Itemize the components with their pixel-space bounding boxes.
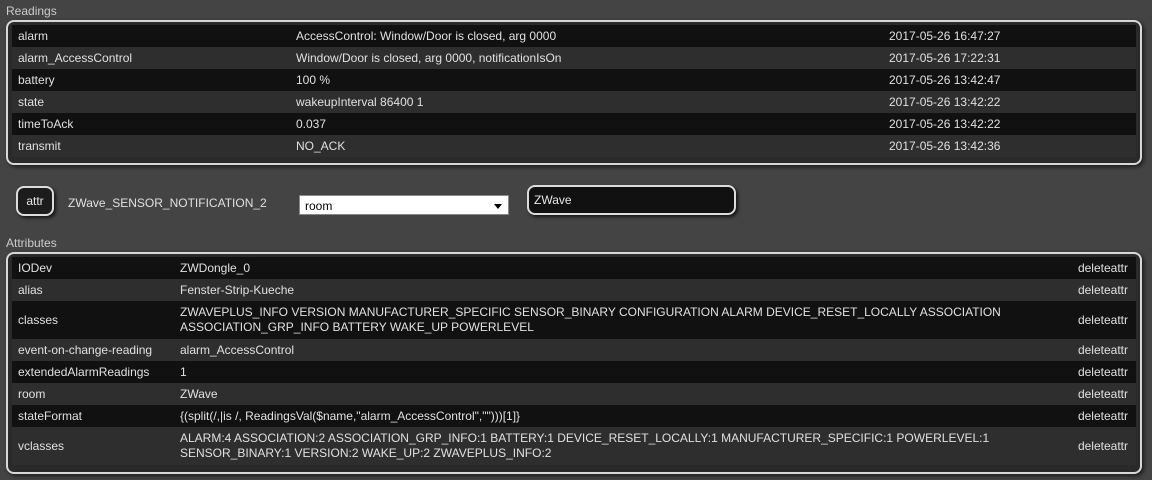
reading-time: 2017-05-26 13:42:47 — [883, 69, 1136, 91]
chevron-down-icon — [494, 204, 502, 209]
attribute-value: alarm_AccessControl — [174, 339, 1062, 361]
attribute-row: classes ZWAVEPLUS_INFO VERSION MANUFACTUR… — [12, 301, 1136, 339]
attribute-name: room — [12, 383, 174, 405]
attr-button[interactable]: attr — [16, 186, 54, 216]
attribute-row: IODev ZWDongle_0 deleteattr — [12, 257, 1136, 279]
reading-row: state wakeupInterval 86400 1 2017-05-26 13… — [12, 91, 1136, 113]
attribute-value: ALARM:4 ASSOCIATION:2 ASSOCIATION_GRP_IN… — [174, 427, 1062, 465]
attribute-row: extendedAlarmReadings 1 deleteattr — [12, 361, 1136, 383]
reading-time: 2017-05-26 13:42:36 — [883, 135, 1136, 157]
delete-attr-link[interactable]: deleteattr — [1062, 383, 1136, 405]
reading-time: 2017-05-26 13:42:22 — [883, 91, 1136, 113]
attribute-select-value: room — [305, 199, 333, 213]
delete-attr-link[interactable]: deleteattr — [1062, 301, 1136, 339]
reading-value: 0.037 — [290, 113, 883, 135]
reading-name: alarm_AccessControl — [12, 47, 290, 69]
reading-name: timeToAck — [12, 113, 290, 135]
attribute-name: extendedAlarmReadings — [12, 361, 174, 383]
reading-name: alarm — [12, 25, 290, 47]
reading-time: 2017-05-26 17:22:31 — [883, 47, 1136, 69]
attribute-name: stateFormat — [12, 405, 174, 427]
reading-time: 2017-05-26 13:42:22 — [883, 113, 1136, 135]
attributes-panel: IODev ZWDongle_0 deleteattr alias Fenster-St… — [6, 252, 1142, 474]
attribute-value: ZWave — [174, 383, 1062, 405]
reading-name: transmit — [12, 135, 290, 157]
delete-attr-link[interactable]: deleteattr — [1062, 427, 1136, 465]
delete-attr-link[interactable]: deleteattr — [1062, 339, 1136, 361]
attribute-value: ZWAVEPLUS_INFO VERSION MANUFACTURER_SPEC… — [174, 301, 1062, 339]
attribute-name: IODev — [12, 257, 174, 279]
attribute-value: {(split(/,|is /, ReadingsVal($name,"alar… — [174, 405, 1062, 427]
reading-row: alarm_AccessControl Window/Door is closed… — [12, 47, 1136, 69]
delete-attr-link[interactable]: deleteattr — [1062, 257, 1136, 279]
reading-value: Window/Door is closed, arg 0000, notific… — [290, 47, 883, 69]
attribute-value-input[interactable]: ZWave — [527, 185, 736, 215]
attributes-table: IODev ZWDongle_0 deleteattr alias Fenster-St… — [12, 257, 1136, 465]
reading-name: battery — [12, 69, 290, 91]
reading-value: AccessControl: Window/Door is closed, ar… — [290, 25, 883, 47]
reading-row: timeToAck 0.037 2017-05-26 13:42:22 — [12, 113, 1136, 135]
attribute-row: room ZWave deleteattr — [12, 383, 1136, 405]
attribute-row: stateFormat {(split(/,|is /, ReadingsVal(… — [12, 405, 1136, 427]
attribute-name: event-on-change-reading — [12, 339, 174, 361]
reading-value: NO_ACK — [290, 135, 883, 157]
attribute-value: ZWDongle_0 — [174, 257, 1062, 279]
reading-row: battery 100 % 2017-05-26 13:42:47 — [12, 69, 1136, 91]
delete-attr-link[interactable]: deleteattr — [1062, 361, 1136, 383]
reading-value: 100 % — [290, 69, 883, 91]
delete-attr-link[interactable]: deleteattr — [1062, 405, 1136, 427]
attribute-row: vclasses ALARM:4 ASSOCIATION:2 ASSOCIATIO… — [12, 427, 1136, 465]
attribute-name: vclasses — [12, 427, 174, 465]
readings-title: Readings — [6, 4, 57, 18]
attribute-row: alias Fenster-Strip-Kueche deleteattr — [12, 279, 1136, 301]
readings-table: alarm AccessControl: Window/Door is close… — [12, 25, 1136, 157]
reading-row: alarm AccessControl: Window/Door is close… — [12, 25, 1136, 47]
attribute-select[interactable]: room — [299, 195, 509, 215]
attribute-row: event-on-change-reading alarm_AccessContr… — [12, 339, 1136, 361]
attribute-value: Fenster-Strip-Kueche — [174, 279, 1062, 301]
device-name: ZWave_SENSOR_NOTIFICATION_2 — [68, 196, 267, 210]
attribute-value: 1 — [174, 361, 1062, 383]
attribute-name: classes — [12, 301, 174, 339]
attribute-name: alias — [12, 279, 174, 301]
attributes-title: Attributes — [6, 236, 57, 250]
reading-row: transmit NO_ACK 2017-05-26 13:42:36 — [12, 135, 1136, 157]
reading-name: state — [12, 91, 290, 113]
delete-attr-link[interactable]: deleteattr — [1062, 279, 1136, 301]
readings-panel: alarm AccessControl: Window/Door is close… — [6, 20, 1142, 165]
reading-value: wakeupInterval 86400 1 — [290, 91, 883, 113]
reading-time: 2017-05-26 16:47:27 — [883, 25, 1136, 47]
